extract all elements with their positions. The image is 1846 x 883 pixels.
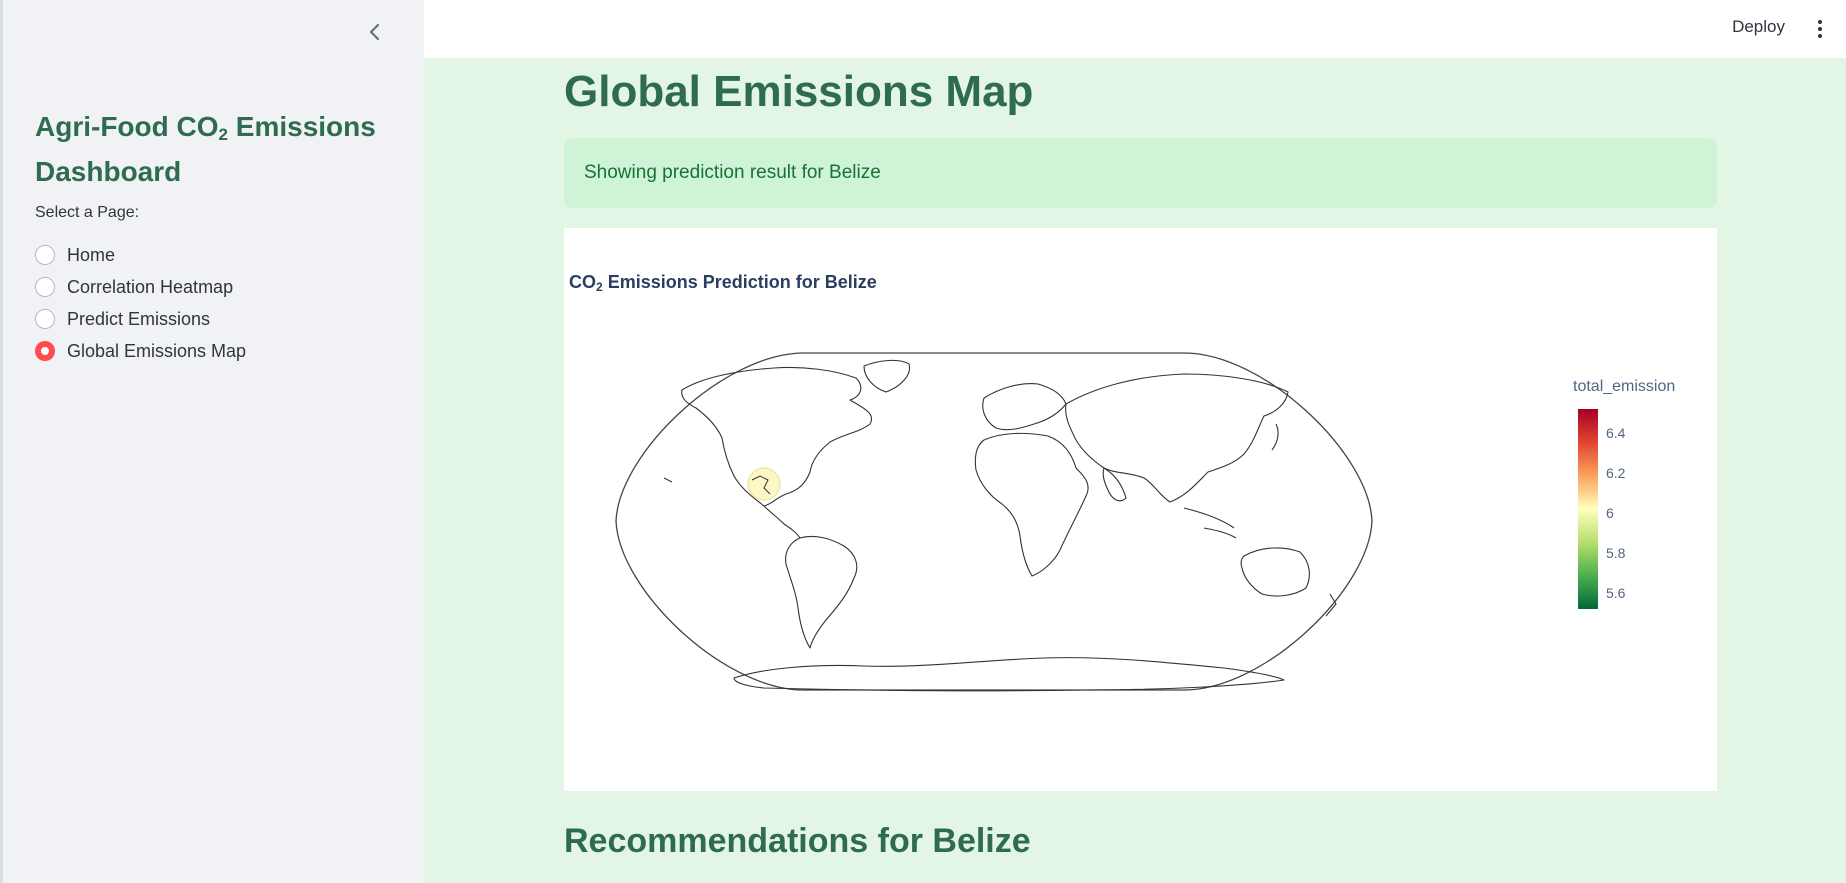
alert-text: Showing prediction result for Belize xyxy=(584,162,881,183)
chevron-left-icon xyxy=(369,23,380,41)
success-alert: Showing prediction result for Belize xyxy=(564,138,1717,208)
radio-label: Correlation Heatmap xyxy=(67,276,234,297)
radio-label: Global Emissions Map xyxy=(67,340,247,361)
radio-button[interactable] xyxy=(35,245,55,265)
colorbar-tick: 6 xyxy=(1606,505,1614,521)
radio-button[interactable] xyxy=(35,309,55,329)
page-title: Global Emissions Map xyxy=(564,67,1034,116)
colorbar-tick: 5.8 xyxy=(1606,545,1626,561)
radio-option-predict-emissions[interactable]: Predict Emissions xyxy=(35,303,246,335)
radio-label: Home xyxy=(67,244,116,265)
world-map[interactable] xyxy=(564,228,1717,791)
more-vertical-icon[interactable] xyxy=(1814,18,1826,40)
sidebar-title: Agri-Food CO2 Emissions Dashboard xyxy=(35,111,376,187)
highlighted-country-belize xyxy=(747,467,781,501)
colorbar-title: total_emission xyxy=(1573,378,1676,395)
emissions-map-chart[interactable]: CO2 Emissions Prediction for Belize tota… xyxy=(564,228,1717,791)
radio-button-selected[interactable] xyxy=(35,341,55,361)
top-bar: Deploy xyxy=(424,0,1846,58)
page-select-label: Select a Page: xyxy=(35,204,140,221)
deploy-button[interactable]: Deploy xyxy=(1732,17,1785,37)
radio-option-home[interactable]: Home xyxy=(35,239,246,271)
collapse-sidebar-button[interactable] xyxy=(363,20,387,44)
radio-label: Predict Emissions xyxy=(67,308,211,329)
radio-option-global-emissions-map[interactable]: Global Emissions Map xyxy=(35,335,246,367)
colorbar-tick: 6.2 xyxy=(1606,465,1626,481)
page-radio-group: Home Correlation Heatmap Predict Emissio… xyxy=(35,239,246,367)
sidebar: Agri-Food CO2 Emissions Dashboard Select… xyxy=(0,0,424,883)
radio-button[interactable] xyxy=(35,277,55,297)
radio-option-correlation-heatmap[interactable]: Correlation Heatmap xyxy=(35,271,246,303)
colorbar-tick: 6.4 xyxy=(1606,425,1626,441)
section-title: Recommendations for Belize xyxy=(564,822,1031,860)
colorbar xyxy=(1578,409,1598,609)
colorbar-tick: 5.6 xyxy=(1606,585,1626,601)
globe-outline xyxy=(615,352,1373,691)
